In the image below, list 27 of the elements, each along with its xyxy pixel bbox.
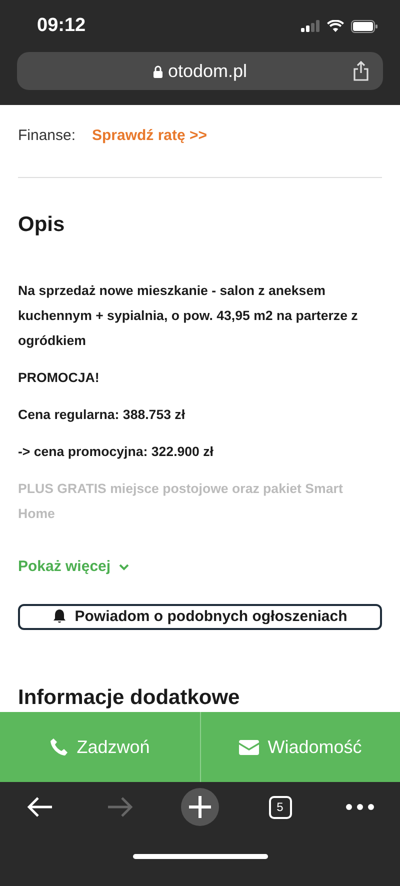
envelope-icon — [238, 740, 259, 754]
finance-label: Finanse: — [18, 126, 77, 146]
show-more-link[interactable]: Pokaż więcej — [18, 556, 129, 578]
bell-icon — [52, 609, 66, 624]
wifi-icon — [327, 20, 344, 32]
battery-icon — [351, 20, 378, 32]
phone-icon — [50, 738, 68, 756]
address-bar[interactable]: otodom.pl — [17, 52, 383, 90]
alert-button[interactable]: Powiadom o podobnych ogłoszeniach — [18, 604, 382, 630]
description-paragraph: -> cena promocyjna: 322.900 zł — [18, 443, 214, 461]
section-heading: Informacje dodatkowe — [18, 685, 241, 711]
plus-icon[interactable] — [181, 788, 219, 826]
back-arrow-icon[interactable] — [27, 796, 53, 818]
lock-icon — [152, 64, 163, 78]
installment-link[interactable]: Sprawdź ratę >> — [92, 124, 208, 148]
description-paragraph: Cena regularna: 388.753 zł — [18, 406, 186, 424]
more-icon[interactable] — [346, 804, 374, 810]
chevron-down-icon — [118, 564, 129, 571]
description-paragraph: PLUS GRATIS miejsce postojowe oraz pakiet Smart Home — [18, 480, 344, 523]
call-button[interactable]: Zadzwoń — [0, 712, 200, 782]
description-paragraph: PROMOCJA! — [18, 369, 100, 387]
status-time: 09:12 — [37, 14, 86, 38]
signal-icon — [301, 20, 320, 32]
section-heading: Opis — [18, 212, 66, 238]
tabs-count-button[interactable]: 5 — [268, 796, 292, 818]
description-paragraph: Na sprzedaż nowe mieszkanie - salon z aneksem kuchennym + sypialnia, o pow. 43,95 m2 na parterze z ogródkiem — [18, 282, 359, 350]
share-icon[interactable] — [353, 61, 369, 81]
